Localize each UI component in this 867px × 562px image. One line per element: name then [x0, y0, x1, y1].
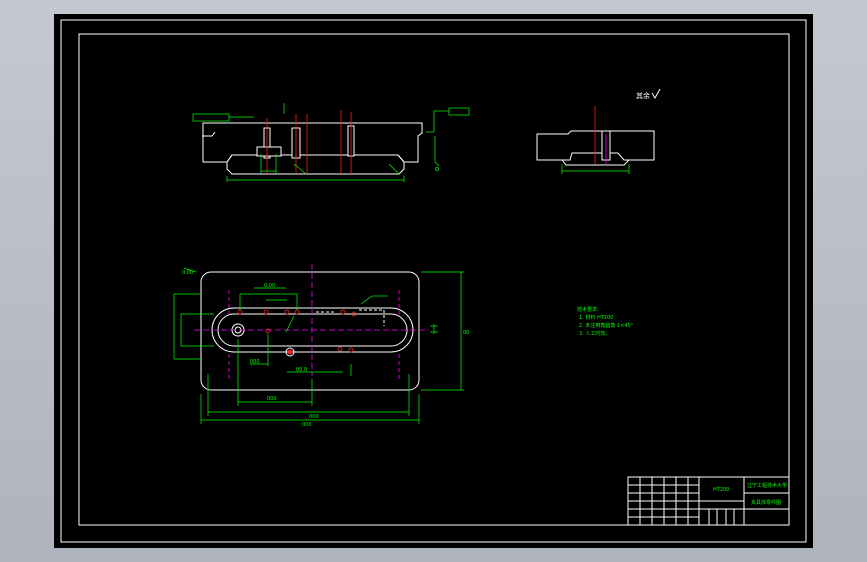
title-material: HT200: [713, 487, 729, 493]
note-3: 3. 人工时效。: [579, 330, 610, 337]
svg-text:00: 00: [463, 330, 469, 336]
note-2: 2. 未注倒角圆角 1×45°: [579, 322, 634, 329]
front-section-view: [192, 103, 470, 182]
roughness-symbol: 其余: [636, 88, 661, 100]
roughness-label: 其余: [636, 91, 650, 100]
title-drawing-name: 夹具体零件图: [751, 499, 781, 506]
svg-text:000: 000: [250, 359, 260, 365]
svg-text:0.00: 0.00: [182, 270, 193, 276]
svg-text:000: 000: [267, 396, 277, 402]
notes-title: 技术要求:: [577, 306, 599, 313]
svg-text:0.00: 0.00: [264, 283, 275, 289]
cad-viewport[interactable]: 其余 000 000 000 00 0.00 0.00 00.0 000 技术要…: [54, 14, 813, 548]
svg-text:000: 000: [302, 422, 312, 428]
note-1: 1. 材料 HT200: [579, 314, 613, 321]
outer-frame: [60, 19, 807, 543]
technical-notes: 技术要求: 1. 材料 HT200 2. 未注倒角圆角 1×45° 3. 人工时…: [577, 306, 634, 337]
title-block: HT200 辽宁工程技术大学 夹具体零件图: [627, 476, 790, 526]
svg-text:000: 000: [309, 414, 319, 420]
side-section-view: [536, 106, 655, 174]
svg-text:00.0: 00.0: [296, 367, 307, 373]
drawing-canvas: 其余 000 000 000 00 0.00 0.00 00.0 000 技术要…: [60, 19, 807, 543]
plan-view: 000 000 000 00 0.00 0.00 00.0 000: [173, 264, 469, 428]
title-school: 辽宁工程技术大学: [747, 482, 787, 489]
inner-frame: [78, 33, 790, 526]
